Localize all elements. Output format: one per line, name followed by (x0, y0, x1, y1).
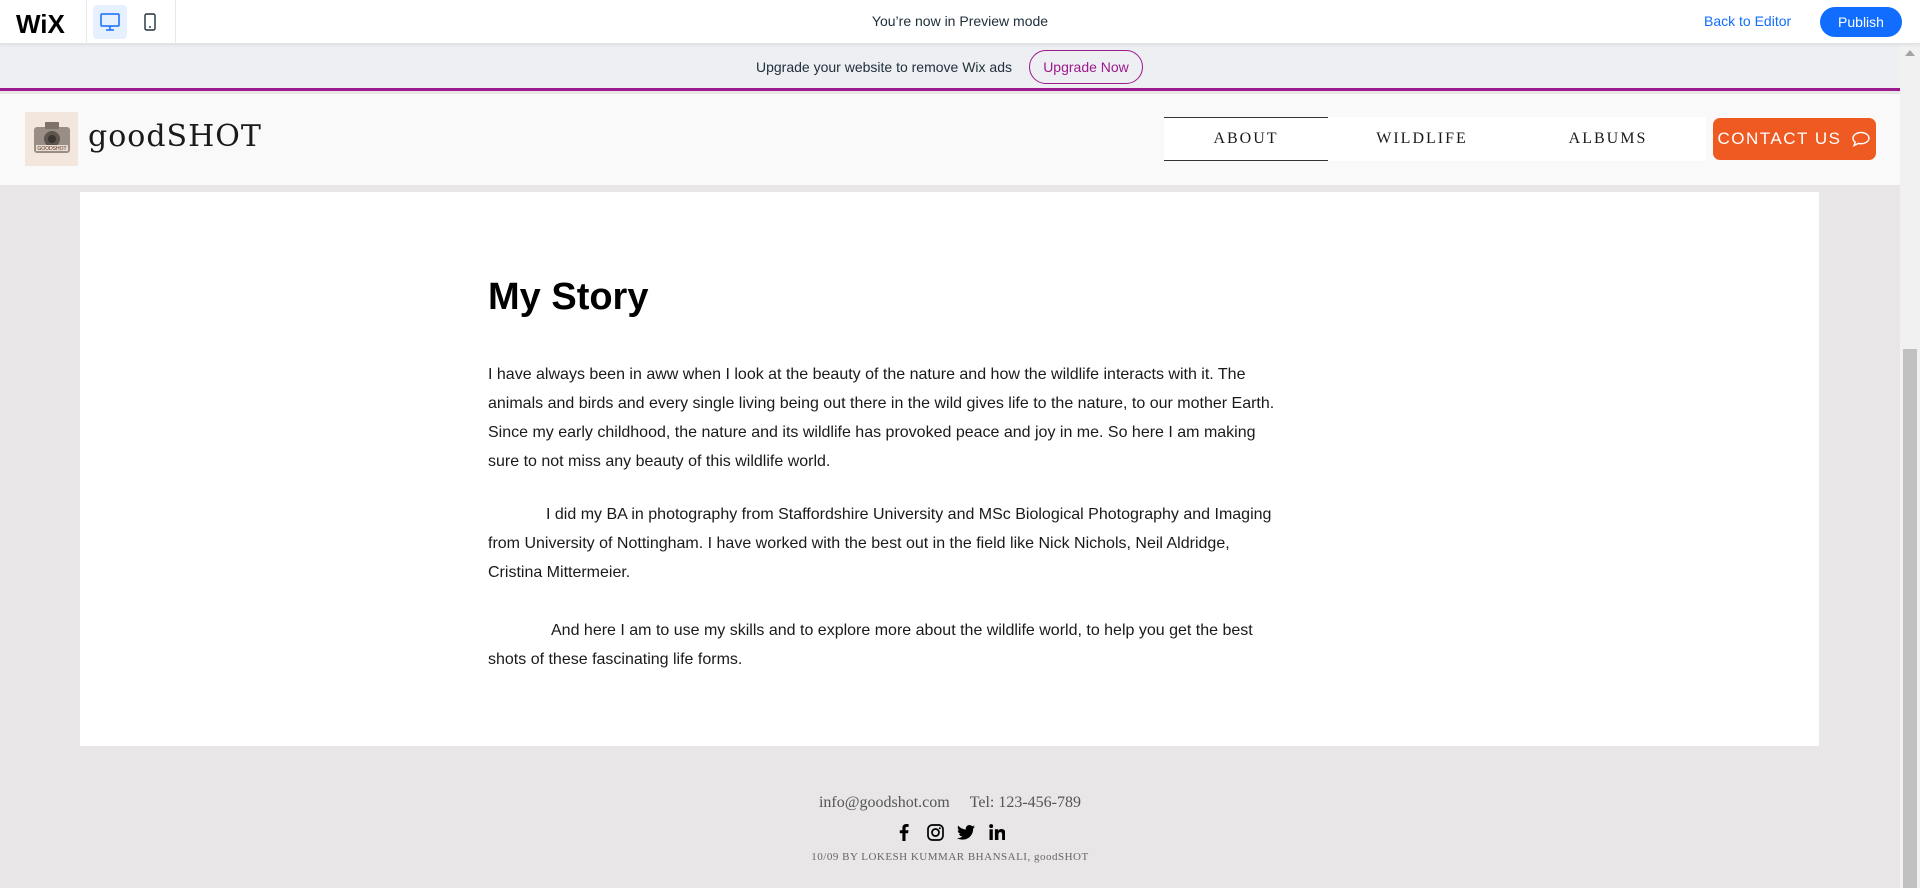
mobile-icon (144, 13, 156, 31)
scroll-up-arrow-icon[interactable] (1905, 50, 1915, 56)
scrollbar-thumb[interactable] (1903, 349, 1917, 888)
footer-copyright: 10/09 BY LOKESH KUMMAR BHANSALI, goodSHO… (811, 851, 1089, 863)
nav-item-about[interactable]: ABOUT (1164, 117, 1328, 161)
ad-banner-text: Upgrade your website to remove Wix ads (756, 59, 1012, 75)
facebook-icon[interactable] (894, 822, 914, 842)
mobile-view-button[interactable] (133, 5, 167, 39)
footer-email[interactable]: info@goodshot.com (819, 794, 950, 811)
site-header: GOODSHOT goodSHOT ABOUT WILDLIFE ALBUMS … (0, 94, 1900, 185)
back-to-editor-link[interactable]: Back to Editor (1704, 13, 1791, 29)
wix-ad-banner: Upgrade your website to remove Wix ads U… (0, 44, 1900, 91)
contact-us-label: CONTACT US (1717, 129, 1842, 148)
story-paragraph: And here I am to use my skills and to ex… (488, 622, 1253, 668)
main-nav: ABOUT WILDLIFE ALBUMS (1164, 117, 1706, 161)
device-switcher (86, 0, 176, 44)
logo-wordmark: GOODSHOT (37, 146, 66, 152)
linkedin-icon[interactable] (987, 822, 1007, 842)
page-scrollbar[interactable] (1900, 44, 1920, 888)
wix-logo[interactable]: WiX (16, 9, 65, 40)
nav-item-albums[interactable]: ALBUMS (1526, 117, 1690, 161)
story-paragraph: I did my BA in photography from Stafford… (488, 506, 1272, 581)
instagram-icon[interactable] (925, 822, 945, 842)
nav-item-wildlife[interactable]: WILDLIFE (1340, 117, 1504, 161)
twitter-icon[interactable] (956, 822, 976, 842)
social-bar (894, 822, 1007, 842)
brand-name[interactable]: goodSHOT (88, 119, 262, 154)
chat-bubble-icon (1852, 131, 1871, 147)
publish-button[interactable]: Publish (1820, 7, 1902, 37)
camera-logo-icon: GOODSHOT (33, 122, 70, 153)
footer-contact: info@goodshot.com Tel: 123-456-789 (0, 794, 1900, 812)
desktop-icon (100, 13, 120, 31)
wix-preview-bar: WiX You’re now in Preview mode Back to E… (0, 0, 1920, 44)
footer-phone: Tel: 123-456-789 (969, 794, 1082, 811)
upgrade-now-button[interactable]: Upgrade Now (1029, 50, 1143, 84)
story-paragraph: I have always been in aww when I look at… (488, 366, 1275, 470)
desktop-view-button[interactable] (93, 5, 127, 39)
site-logo[interactable]: GOODSHOT (25, 112, 78, 166)
contact-us-button[interactable]: CONTACT US (1713, 118, 1876, 160)
story-section: My Story I have always been in aww when … (80, 192, 1819, 746)
page-title: My Story (488, 276, 649, 318)
preview-mode-label: You’re now in Preview mode (871, 13, 1049, 29)
